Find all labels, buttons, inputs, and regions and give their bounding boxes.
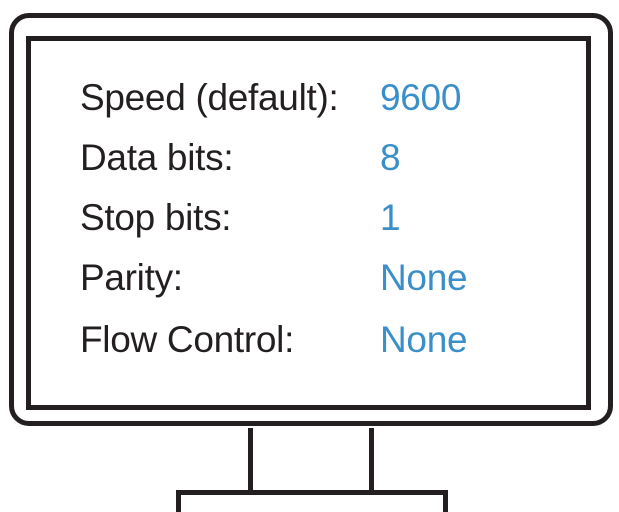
setting-row-data-bits: Data bits: 8 (80, 134, 401, 182)
setting-row-flow-control: Flow Control: None (80, 316, 468, 364)
setting-label-flow-control: Flow Control: (80, 319, 295, 360)
setting-value-flow-control: None (380, 319, 468, 360)
setting-label-data-bits: Data bits: (80, 137, 234, 178)
monitor-illustration: Speed (default): 9600 Data bits: 8 Stop … (0, 0, 619, 512)
setting-row-speed: Speed (default): 9600 (80, 74, 461, 122)
monitor-stand-neck (248, 428, 374, 494)
setting-label-parity: Parity: (80, 257, 183, 298)
setting-value-parity: None (380, 257, 468, 298)
setting-row-parity: Parity: None (80, 254, 468, 302)
setting-row-stop-bits: Stop bits: 1 (80, 194, 401, 242)
setting-value-stop-bits: 1 (380, 197, 401, 238)
setting-value-data-bits: 8 (380, 137, 401, 178)
monitor-stand-base (176, 490, 448, 512)
setting-label-speed: Speed (default): (80, 77, 339, 118)
setting-label-stop-bits: Stop bits: (80, 197, 232, 238)
setting-value-speed: 9600 (380, 77, 462, 118)
